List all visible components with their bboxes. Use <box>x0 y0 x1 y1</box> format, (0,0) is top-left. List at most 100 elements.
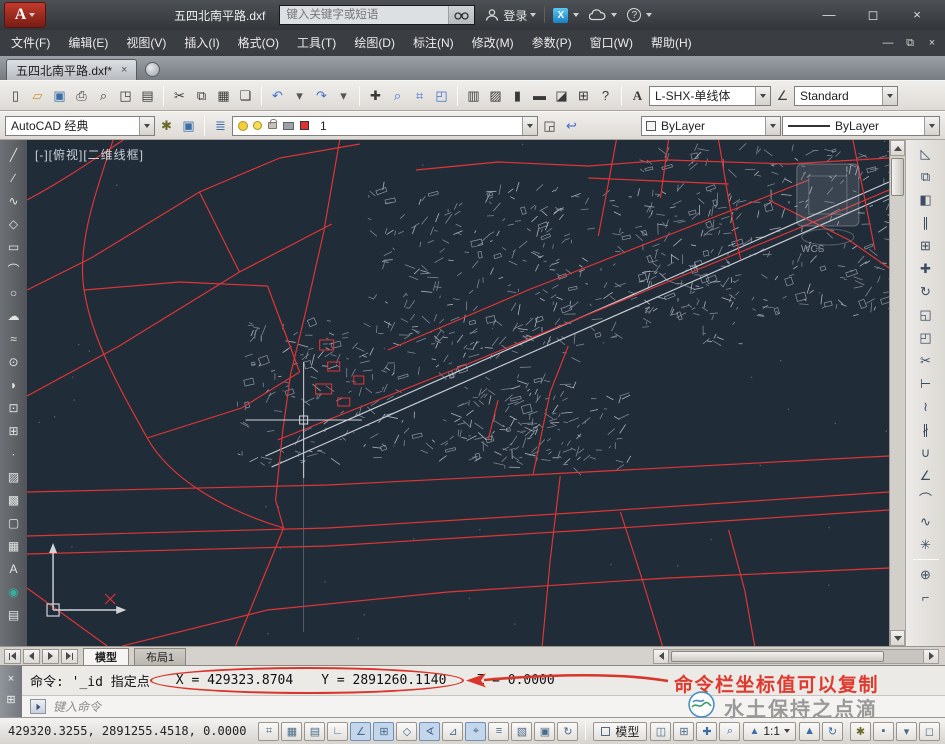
layer-previous-icon[interactable]: ↩ <box>561 115 582 136</box>
infer-constraints-toggle[interactable]: ⌗ <box>258 721 280 741</box>
doc-minimize-icon[interactable]: — <box>877 37 899 49</box>
tool-palettes-icon[interactable]: ▮ <box>507 85 528 106</box>
layer-freeze-icon[interactable] <box>238 120 248 131</box>
command-customize-icon[interactable]: ⊞ <box>6 694 15 706</box>
search-binoculars-icon[interactable] <box>448 6 475 24</box>
model-tab[interactable]: 模型 <box>83 647 129 665</box>
open-file-icon[interactable]: ▱ <box>27 85 48 106</box>
scroll-down-icon[interactable] <box>890 630 905 646</box>
workspace-switch-icon[interactable]: ✱ <box>850 721 871 741</box>
drawing-canvas[interactable]: [-][俯视][二维线框] WCS <box>27 140 889 646</box>
rotate-icon[interactable]: ↻ <box>913 281 939 302</box>
search-input[interactable] <box>280 6 449 24</box>
linetype-dropdown-icon[interactable] <box>924 116 939 135</box>
workspace-dropdown-icon[interactable] <box>139 116 154 135</box>
revision-cloud-icon[interactable]: ☁ <box>2 305 25 326</box>
layer-lock-icon[interactable] <box>268 119 277 129</box>
menu-insert[interactable]: 插入(I) <box>175 30 228 56</box>
help-icon[interactable]: ? <box>595 85 616 106</box>
horizontal-scroll-track[interactable] <box>669 648 923 664</box>
vertical-scroll-thumb[interactable] <box>891 158 904 196</box>
scroll-right-icon[interactable] <box>923 648 939 664</box>
dim-style-icon[interactable]: ∠ <box>772 85 793 106</box>
menu-help[interactable]: 帮助(H) <box>642 30 701 56</box>
close-command-window-icon[interactable]: × <box>8 673 14 685</box>
color-dropdown-icon[interactable] <box>765 116 780 135</box>
polar-tracking-toggle[interactable]: ∠ <box>350 721 372 741</box>
ucs-icon[interactable]: ⌐ <box>913 587 939 608</box>
spline-icon[interactable]: ≈ <box>2 328 25 349</box>
break-at-point-icon[interactable]: ≀ <box>913 396 939 417</box>
annotation-scale-control[interactable]: ▲ 1:1 <box>743 721 797 741</box>
maximize-button[interactable]: ◻ <box>851 7 895 23</box>
coordinate-readout[interactable]: 429320.3255, 2891255.4518, 0.0000 <box>5 724 255 738</box>
workspace-combo[interactable]: AutoCAD 经典 <box>5 115 155 136</box>
viewport-controls[interactable]: [-][俯视][二维线框] <box>35 146 144 163</box>
quickcalc-icon[interactable]: ⊞ <box>573 85 594 106</box>
command-window-grip[interactable]: × ⊞ <box>0 666 22 717</box>
dim-style-combo[interactable]: Standard <box>794 85 898 106</box>
rectangle-icon[interactable]: ▭ <box>2 236 25 257</box>
doc-restore-icon[interactable]: ⧉ <box>899 37 921 50</box>
match-properties-icon[interactable]: ❏ <box>235 85 256 106</box>
exchange-apps-icon[interactable]: X <box>553 7 569 23</box>
status-tray-caret-icon[interactable]: ▾ <box>896 721 917 741</box>
save-icon[interactable]: ▣ <box>49 85 70 106</box>
men u-edit[interactable]: 编辑(E) <box>59 30 117 56</box>
publish-icon[interactable]: ◳ <box>115 85 136 106</box>
polygon-icon[interactable]: ◇ <box>2 213 25 234</box>
next-tab-button[interactable] <box>42 648 59 664</box>
minimize-button[interactable]: — <box>807 7 851 23</box>
ellipse-arc-icon[interactable]: ◗ <box>2 374 25 395</box>
vertical-scrollbar[interactable] <box>889 140 905 646</box>
gradient-icon[interactable]: ▩ <box>2 489 25 510</box>
dim-style-dropdown-icon[interactable] <box>882 86 897 105</box>
create-block-icon[interactable]: ⊞ <box>2 420 25 441</box>
cloud-icon[interactable] <box>589 9 606 21</box>
menu-parametric[interactable]: 参数(P) <box>523 30 581 56</box>
color-combo[interactable]: ByLayer <box>641 115 781 136</box>
redo-caret-icon[interactable]: ▾ <box>333 85 354 106</box>
stretch-icon[interactable]: ◰ <box>913 327 939 348</box>
arc-icon[interactable]: ⌒ <box>2 259 25 280</box>
linetype-combo[interactable]: ByLayer <box>782 115 940 136</box>
snap-toggle[interactable]: ▦ <box>281 721 303 741</box>
titlebar-help-icon[interactable]: ? <box>627 8 642 22</box>
menu-file[interactable]: 文件(F) <box>2 30 59 56</box>
scale-icon[interactable]: ◱ <box>913 304 939 325</box>
ortho-toggle[interactable]: ∟ <box>327 721 349 741</box>
export-dwf-icon[interactable]: ▤ <box>137 85 158 106</box>
ellipse-icon[interactable]: ⊙ <box>2 351 25 372</box>
print-icon[interactable]: ⎙ <box>71 85 92 106</box>
clean-screen-icon[interactable]: ◻ <box>919 721 940 741</box>
cut-icon[interactable]: ✂ <box>169 85 190 106</box>
viewcube-wcs-label[interactable]: WCS <box>801 244 824 255</box>
make-layer-current-icon[interactable]: ◲ <box>539 115 560 136</box>
polyline-icon[interactable]: ∿ <box>2 190 25 211</box>
login-caret-icon[interactable] <box>530 13 537 17</box>
last-tab-button[interactable] <box>61 648 78 664</box>
workspace-settings-icon[interactable]: ✱ <box>156 115 177 136</box>
cloud-caret-icon[interactable] <box>611 13 618 17</box>
point-style-icon[interactable]: ◉ <box>2 581 25 602</box>
pan-icon[interactable]: ✚ <box>365 85 386 106</box>
explode-icon[interactable]: ✳ <box>913 534 939 555</box>
join-icon[interactable]: ∪ <box>913 442 939 463</box>
otrack-toggle[interactable]: ∢ <box>419 721 441 741</box>
quick-view-drawings-icon[interactable]: ⊞ <box>673 721 695 741</box>
osnap-settings-icon[interactable]: ⊕ <box>913 564 939 585</box>
horizontal-scroll-thumb[interactable] <box>671 650 885 662</box>
properties-palette-icon[interactable]: ▥ <box>463 85 484 106</box>
menu-tools[interactable]: 工具(T) <box>288 30 345 56</box>
file-tab-close-icon[interactable]: × <box>121 64 127 76</box>
construction-line-icon[interactable]: ∕ <box>2 167 25 188</box>
exchange-caret-icon[interactable] <box>573 13 580 17</box>
login-button[interactable]: 登录 <box>503 7 527 24</box>
prev-tab-button[interactable] <box>23 648 40 664</box>
scroll-left-icon[interactable] <box>653 648 669 664</box>
offset-icon[interactable]: ∥ <box>913 212 939 233</box>
first-tab-button[interactable] <box>4 648 21 664</box>
plot-preview-icon[interactable]: ⌕ <box>93 85 114 106</box>
text-style-dropdown-icon[interactable] <box>755 86 770 105</box>
undo-caret-icon[interactable]: ▾ <box>289 85 310 106</box>
